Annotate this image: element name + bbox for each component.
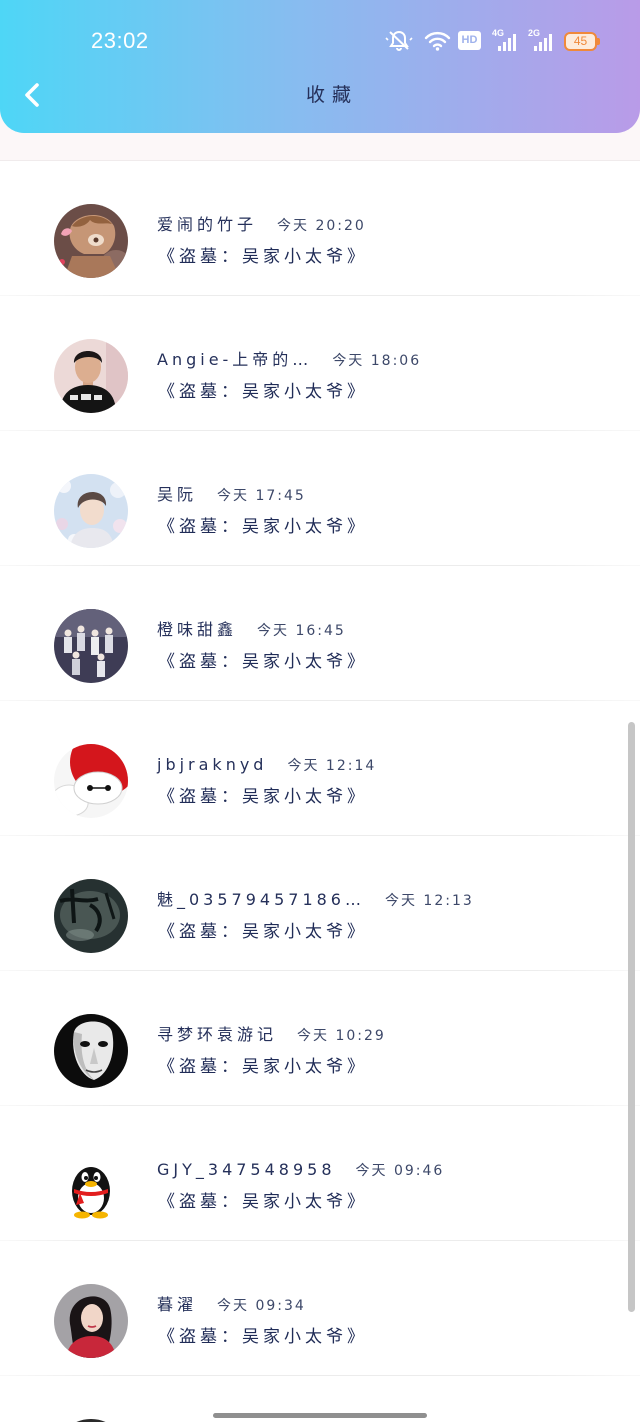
wifi-icon [424, 31, 451, 51]
bell-off-icon [385, 30, 413, 51]
item-meta: jbjraknyd 今天 12:14 [157, 754, 376, 776]
list-item[interactable]: 爱闹的竹子 今天 20:20 《盗墓：吴家小太爷》 [0, 161, 640, 296]
avatar-image [54, 744, 128, 818]
signal-bars [498, 34, 516, 51]
item-meta: 魅_03579457186… 今天 12:13 [157, 889, 474, 911]
list-item[interactable]: Angie-上帝的… 今天 18:06 《盗墓：吴家小太爷》 [0, 296, 640, 431]
list-item[interactable]: 魅_03579457186… 今天 12:13 《盗墓：吴家小太爷》 [0, 836, 640, 971]
signal-bars [534, 34, 552, 51]
avatar[interactable] [54, 204, 128, 278]
status-time: 23:02 [91, 28, 149, 53]
avatar[interactable] [54, 1014, 128, 1088]
work-title: 《盗墓：吴家小太爷》 [158, 247, 368, 267]
item-meta: 暮濯 今天 09:34 [157, 1294, 306, 1316]
avatar-image [54, 1284, 128, 1358]
back-button[interactable] [18, 79, 48, 111]
item-meta: GJY_347548958 今天 09:46 [157, 1159, 444, 1181]
user-name: 寻梦环袁游记 [157, 1025, 278, 1044]
user-name: 爱闹的竹子 [157, 215, 258, 234]
list-item[interactable]: 吴阮 今天 17:45 《盗墓：吴家小太爷》 [0, 431, 640, 566]
avatar-image [54, 879, 128, 953]
work-title: 《盗墓：吴家小太爷》 [158, 652, 368, 672]
avatar[interactable] [54, 339, 128, 413]
chevron-left-icon [25, 83, 39, 107]
avatar-image [54, 204, 128, 278]
penguin-avatar-image [54, 1149, 128, 1223]
list-item[interactable]: 寻梦环袁游记 今天 10:29 《盗墓：吴家小太爷》 [0, 971, 640, 1106]
favorite-time: 今天 10:29 [297, 1028, 386, 1044]
avatar[interactable] [54, 474, 128, 548]
work-title: 《盗墓：吴家小太爷》 [158, 787, 368, 807]
user-name: 暮濯 [157, 1295, 198, 1314]
list-item[interactable]: jbjraknyd 今天 12:14 《盗墓：吴家小太爷》 [0, 701, 640, 836]
signal-2g-icon: 2G [528, 28, 554, 51]
page-title: 收藏 [306, 84, 359, 106]
item-meta: 吴阮 今天 17:45 [157, 484, 306, 506]
favorite-time: 今天 09:34 [217, 1298, 306, 1314]
home-indicator[interactable] [213, 1413, 427, 1418]
scrollbar[interactable] [628, 722, 635, 1312]
favorite-time: 今天 12:14 [287, 758, 377, 774]
avatar[interactable] [54, 1149, 128, 1223]
work-title: 《盗墓：吴家小太爷》 [158, 382, 368, 402]
item-meta: 爱闹的竹子 今天 20:20 [157, 214, 366, 236]
battery-icon: 45 [564, 32, 597, 51]
avatar[interactable] [54, 744, 128, 818]
item-meta: Angie-上帝的… 今天 18:06 [157, 349, 421, 371]
avatar-image [54, 474, 128, 548]
user-name: Angie-上帝的… [157, 350, 313, 369]
hd-icon: HD [458, 31, 481, 50]
user-name: 吴阮 [157, 485, 198, 504]
favorite-time: 今天 18:06 [332, 353, 422, 369]
list-item[interactable]: GJY_347548958 今天 09:46 《盗墓：吴家小太爷》 [0, 1106, 640, 1241]
work-title: 《盗墓：吴家小太爷》 [158, 517, 368, 537]
avatar-image [54, 339, 128, 413]
favorite-time: 今天 16:45 [257, 623, 346, 639]
favorite-time: 今天 09:46 [355, 1163, 445, 1179]
favorite-time: 今天 12:13 [384, 893, 474, 909]
avatar[interactable] [54, 609, 128, 683]
signal-4g-icon: 4G [492, 28, 518, 51]
item-meta: 寻梦环袁游记 今天 10:29 [157, 1024, 386, 1046]
work-title: 《盗墓：吴家小太爷》 [158, 1192, 368, 1212]
avatar-image [54, 1014, 128, 1088]
work-title: 《盗墓：吴家小太爷》 [158, 1327, 368, 1347]
favorites-list: 爱闹的竹子 今天 20:20 《盗墓：吴家小太爷》 Angie-上帝的… 今天 18… [0, 161, 640, 1376]
app-header: 23:02 HD 4G 2G 45 收藏 [0, 0, 640, 133]
avatar[interactable] [54, 879, 128, 953]
battery-nub [597, 38, 600, 45]
work-title: 《盗墓：吴家小太爷》 [158, 1057, 368, 1077]
user-name: 橙味甜鑫 [157, 620, 238, 639]
user-name: jbjraknyd [157, 755, 268, 774]
work-title: 《盗墓：吴家小太爷》 [158, 922, 368, 942]
avatar[interactable] [54, 1284, 128, 1358]
item-meta: 橙味甜鑫 今天 16:45 [157, 619, 346, 641]
favorite-time: 今天 20:20 [277, 218, 366, 234]
user-name: 魅_03579457186… [157, 890, 365, 909]
avatar-image [54, 609, 128, 683]
favorite-time: 今天 17:45 [217, 488, 306, 504]
user-name: GJY_347548958 [157, 1160, 336, 1179]
list-item[interactable]: 暮濯 今天 09:34 《盗墓：吴家小太爷》 [0, 1241, 640, 1376]
list-item[interactable]: 橙味甜鑫 今天 16:45 《盗墓：吴家小太爷》 [0, 566, 640, 701]
